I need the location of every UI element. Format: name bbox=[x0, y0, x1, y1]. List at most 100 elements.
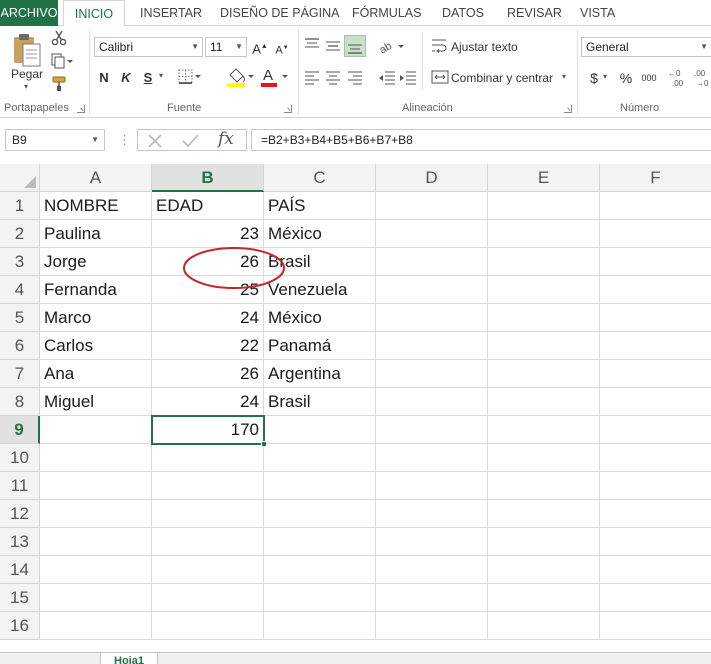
cell-f6[interactable] bbox=[600, 332, 711, 360]
tab-diseno-de-pagina[interactable]: DISEÑO DE PÁGINA bbox=[220, 0, 339, 26]
row-header-16[interactable]: 16 bbox=[0, 612, 40, 640]
cell-f4[interactable] bbox=[600, 276, 711, 304]
cell-a8[interactable]: Miguel bbox=[40, 388, 152, 416]
select-all-button[interactable] bbox=[0, 164, 40, 192]
column-header-a[interactable]: A bbox=[40, 164, 152, 192]
cell-b5[interactable]: 24 bbox=[152, 304, 264, 332]
insert-function-button[interactable]: fx bbox=[218, 129, 234, 149]
tab-inicio[interactable]: INICIO bbox=[63, 0, 125, 27]
increase-decimal-icon[interactable]: ←0 .00 bbox=[668, 68, 690, 88]
cell-e13[interactable] bbox=[488, 528, 600, 556]
cell-f2[interactable] bbox=[600, 220, 711, 248]
cell-c14[interactable] bbox=[264, 556, 376, 584]
cell-c3[interactable]: Brasil bbox=[264, 248, 376, 276]
wrap-text-icon[interactable] bbox=[431, 38, 449, 54]
row-header-8[interactable]: 8 bbox=[0, 388, 40, 416]
cell-b7[interactable]: 26 bbox=[152, 360, 264, 388]
cell-a14[interactable] bbox=[40, 556, 152, 584]
orientation-icon[interactable]: ab bbox=[378, 37, 406, 55]
cell-e4[interactable] bbox=[488, 276, 600, 304]
cell-c8[interactable]: Brasil bbox=[264, 388, 376, 416]
cell-c11[interactable] bbox=[264, 472, 376, 500]
decrease-decimal-icon[interactable]: .00 →0 bbox=[694, 68, 711, 88]
cell-d1[interactable] bbox=[376, 192, 488, 220]
italic-button[interactable]: K bbox=[119, 69, 133, 87]
cell-c6[interactable]: Panamá bbox=[264, 332, 376, 360]
cell-f1[interactable] bbox=[600, 192, 711, 220]
fill-color-icon[interactable] bbox=[225, 66, 255, 88]
font-launcher-icon[interactable] bbox=[284, 105, 292, 113]
align-top-icon[interactable] bbox=[303, 37, 321, 55]
cell-b6[interactable]: 22 bbox=[152, 332, 264, 360]
cell-e9[interactable] bbox=[488, 416, 600, 444]
cell-b3[interactable]: 26 bbox=[152, 248, 264, 276]
cell-b9[interactable]: 170 bbox=[152, 416, 264, 444]
tab-revisar[interactable]: REVISAR bbox=[507, 0, 562, 26]
cell-c13[interactable] bbox=[264, 528, 376, 556]
cell-f8[interactable] bbox=[600, 388, 711, 416]
cell-e3[interactable] bbox=[488, 248, 600, 276]
row-header-9[interactable]: 9 bbox=[0, 416, 40, 444]
cell-d7[interactable] bbox=[376, 360, 488, 388]
cell-d6[interactable] bbox=[376, 332, 488, 360]
format-painter-icon[interactable] bbox=[51, 76, 69, 92]
cell-f14[interactable] bbox=[600, 556, 711, 584]
cell-b2[interactable]: 23 bbox=[152, 220, 264, 248]
row-header-14[interactable]: 14 bbox=[0, 556, 40, 584]
chevron-down-icon[interactable]: ▾ bbox=[562, 72, 566, 81]
cell-e11[interactable] bbox=[488, 472, 600, 500]
cell-e8[interactable] bbox=[488, 388, 600, 416]
cell-f11[interactable] bbox=[600, 472, 711, 500]
bold-button[interactable]: N bbox=[97, 69, 111, 87]
row-header-11[interactable]: 11 bbox=[0, 472, 40, 500]
cell-c9[interactable] bbox=[264, 416, 376, 444]
column-header-c[interactable]: C bbox=[264, 164, 376, 192]
cell-c7[interactable]: Argentina bbox=[264, 360, 376, 388]
underline-button[interactable]: S bbox=[141, 69, 155, 87]
cell-f12[interactable] bbox=[600, 500, 711, 528]
cell-d10[interactable] bbox=[376, 444, 488, 472]
cancel-icon[interactable] bbox=[147, 133, 163, 149]
thousands-separator-button[interactable]: 000 bbox=[640, 69, 658, 87]
cell-d11[interactable] bbox=[376, 472, 488, 500]
cell-c15[interactable] bbox=[264, 584, 376, 612]
cell-a3[interactable]: Jorge bbox=[40, 248, 152, 276]
grow-font-icon[interactable]: A▲ bbox=[252, 38, 268, 56]
cell-a13[interactable] bbox=[40, 528, 152, 556]
cell-a15[interactable] bbox=[40, 584, 152, 612]
cell-f10[interactable] bbox=[600, 444, 711, 472]
row-header-6[interactable]: 6 bbox=[0, 332, 40, 360]
tab-formulas[interactable]: FÓRMULAS bbox=[352, 0, 421, 26]
column-header-b[interactable]: B bbox=[152, 164, 264, 192]
font-color-icon[interactable]: A bbox=[260, 66, 290, 88]
cell-a11[interactable] bbox=[40, 472, 152, 500]
currency-button[interactable]: $ bbox=[587, 69, 601, 87]
cell-f7[interactable] bbox=[600, 360, 711, 388]
cell-e15[interactable] bbox=[488, 584, 600, 612]
cell-f13[interactable] bbox=[600, 528, 711, 556]
cell-c1[interactable]: PAÍS bbox=[264, 192, 376, 220]
cell-b14[interactable] bbox=[152, 556, 264, 584]
paste-icon[interactable] bbox=[12, 32, 42, 68]
row-header-3[interactable]: 3 bbox=[0, 248, 40, 276]
row-header-13[interactable]: 13 bbox=[0, 528, 40, 556]
borders-icon[interactable] bbox=[178, 69, 202, 85]
merge-center-button[interactable]: Combinar y centrar bbox=[451, 71, 553, 85]
formula-bar-splitter-icon[interactable]: ⋮ bbox=[118, 132, 131, 148]
cell-a7[interactable]: Ana bbox=[40, 360, 152, 388]
cell-f5[interactable] bbox=[600, 304, 711, 332]
column-header-f[interactable]: F bbox=[600, 164, 711, 192]
increase-indent-icon[interactable] bbox=[399, 70, 417, 86]
row-header-2[interactable]: 2 bbox=[0, 220, 40, 248]
cell-e7[interactable] bbox=[488, 360, 600, 388]
cell-d14[interactable] bbox=[376, 556, 488, 584]
cell-a16[interactable] bbox=[40, 612, 152, 640]
cell-e5[interactable] bbox=[488, 304, 600, 332]
cell-b4[interactable]: 25 bbox=[152, 276, 264, 304]
align-middle-icon[interactable] bbox=[324, 37, 342, 55]
cell-a10[interactable] bbox=[40, 444, 152, 472]
column-header-d[interactable]: D bbox=[376, 164, 488, 192]
row-header-5[interactable]: 5 bbox=[0, 304, 40, 332]
cell-a5[interactable]: Marco bbox=[40, 304, 152, 332]
align-center-icon[interactable] bbox=[324, 70, 342, 86]
